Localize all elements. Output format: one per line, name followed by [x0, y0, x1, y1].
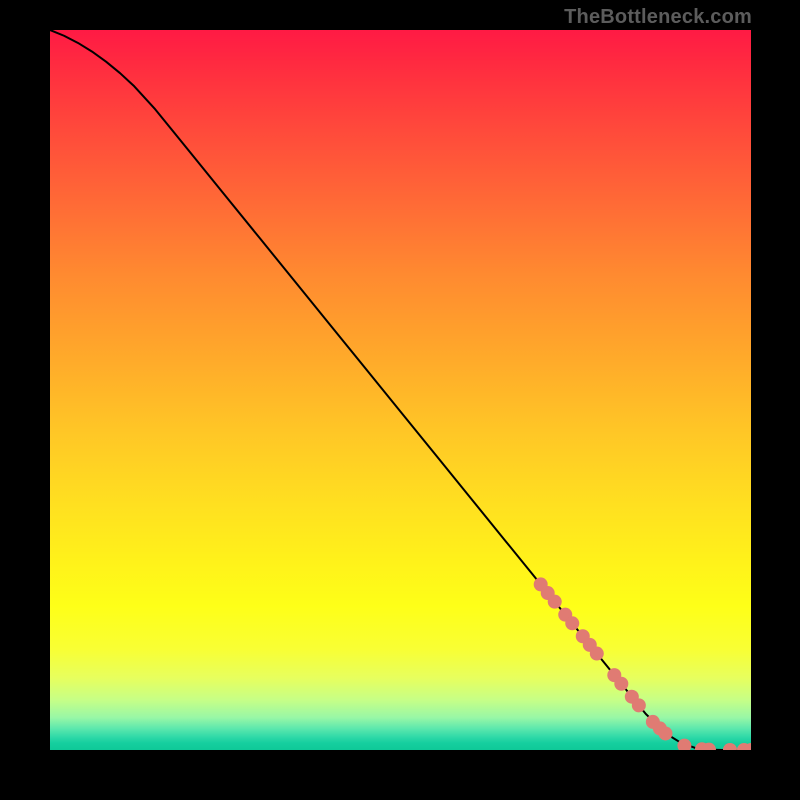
- data-marker: [565, 616, 579, 630]
- data-marker: [548, 595, 562, 609]
- stage: TheBottleneck.com: [0, 0, 800, 800]
- plot-area: [50, 30, 751, 750]
- curve-path: [50, 30, 751, 750]
- chart-svg: [50, 30, 751, 750]
- data-marker: [658, 726, 672, 740]
- data-marker: [723, 743, 737, 750]
- data-marker: [590, 647, 604, 661]
- data-marker: [677, 739, 691, 750]
- data-marker: [614, 677, 628, 691]
- data-marker: [632, 698, 646, 712]
- attribution-text: TheBottleneck.com: [564, 6, 752, 29]
